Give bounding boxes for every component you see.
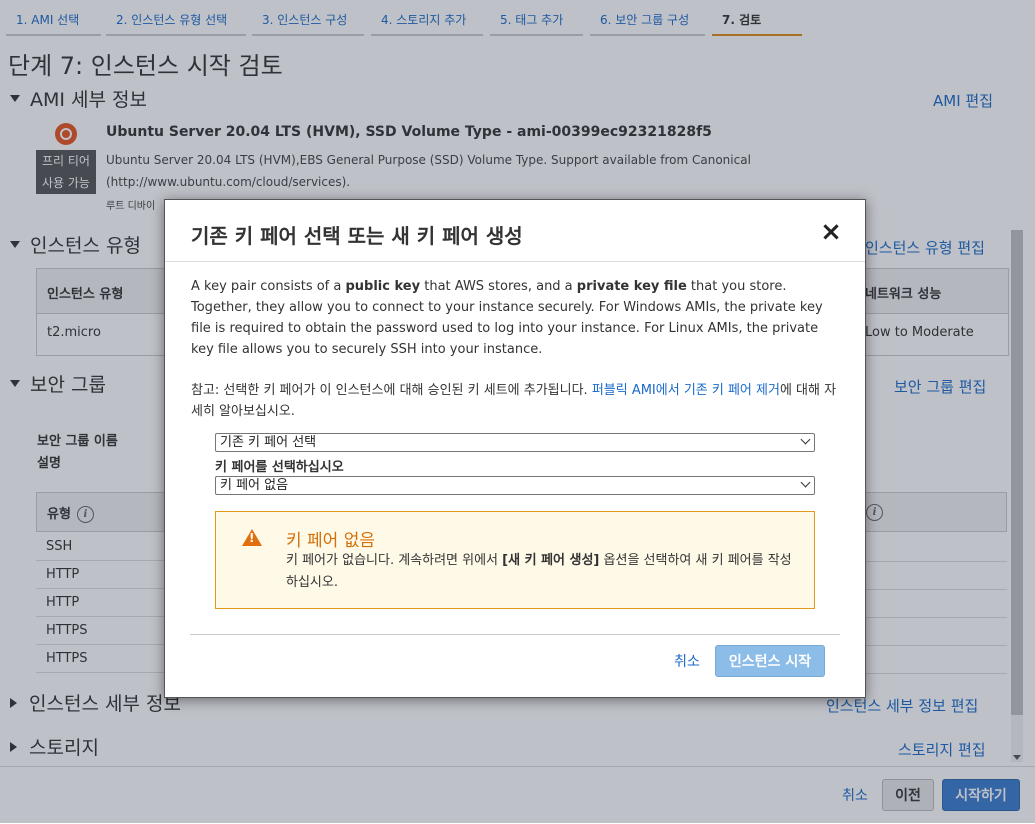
chevron-down-icon (800, 434, 811, 445)
key-pair-select[interactable]: 키 페어 없음 (215, 476, 815, 495)
divider (165, 261, 865, 262)
select-key-pair-label: 키 페어를 선택하십시오 (215, 460, 344, 475)
launch-instance-button[interactable]: 인스턴스 시작 (715, 645, 825, 677)
key-pair-note: 참고: 선택한 키 페어가 이 인스턴스에 대해 승인된 키 세트에 추가됩니다… (191, 380, 843, 422)
text-bold: public key (345, 279, 421, 294)
remove-key-pair-link[interactable]: 퍼블릭 AMI에서 기존 키 페어 제거 (592, 383, 780, 398)
no-key-pair-warning: 키 페어 없음 키 페어가 없습니다. 계속하려면 위에서 [새 키 페어 생성… (215, 511, 815, 609)
warning-text: 키 페어가 없습니다. 계속하려면 위에서 [새 키 페어 생성] 옵션을 선택… (286, 550, 796, 594)
key-pair-option-select[interactable]: 기존 키 페어 선택 (215, 433, 815, 452)
dialog-title: 기존 키 페어 선택 또는 새 키 페어 생성 (191, 224, 523, 248)
text-span: 키 페어가 없습니다. 계속하려면 위에서 (286, 553, 503, 568)
select-value: 기존 키 페어 선택 (220, 435, 317, 450)
warning-icon (242, 529, 262, 546)
warning-title: 키 페어 없음 (286, 531, 376, 551)
dialog-cancel-button[interactable]: 취소 (667, 646, 707, 678)
text-bold: [새 키 페어 생성] (502, 553, 600, 568)
text-span: A key pair consists of a (191, 279, 346, 294)
text-span: that AWS stores, and a (420, 279, 577, 294)
divider (190, 634, 840, 635)
text-bold: private key file (576, 279, 687, 294)
select-value: 키 페어 없음 (220, 478, 289, 493)
chevron-down-icon (800, 477, 811, 488)
close-icon[interactable]: × (817, 218, 845, 246)
key-pair-dialog: 기존 키 페어 선택 또는 새 키 페어 생성 × A key pair con… (164, 199, 866, 698)
key-pair-explanation: A key pair consists of a public key that… (191, 276, 843, 360)
text-span: 참고: 선택한 키 페어가 이 인스턴스에 대해 승인된 키 세트에 추가됩니다… (191, 383, 592, 398)
